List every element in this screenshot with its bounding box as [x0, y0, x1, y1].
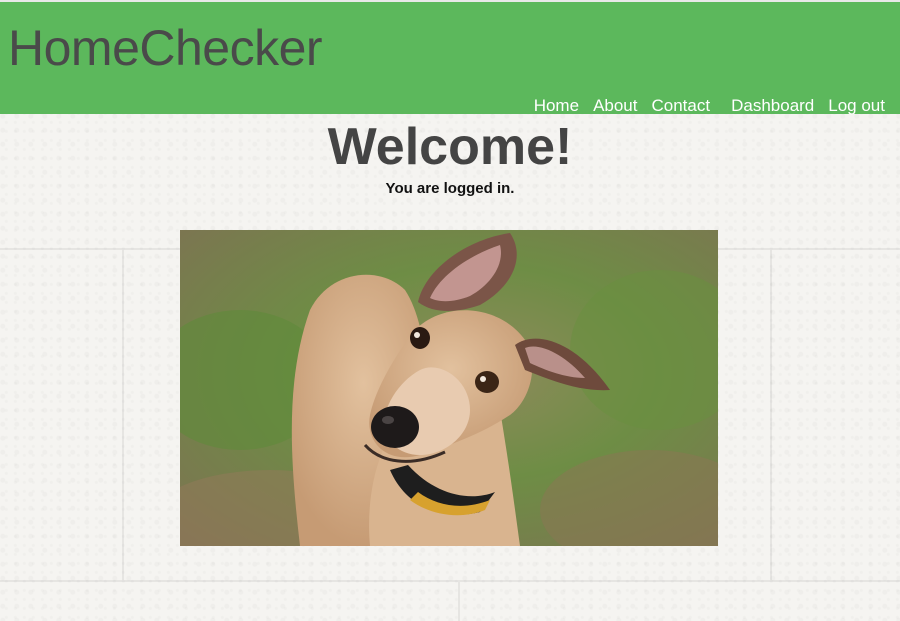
main-nav: Home About Contact Dashboard Log out	[520, 96, 885, 116]
greyhound-illustration	[180, 230, 718, 546]
nav-logout[interactable]: Log out	[828, 96, 885, 116]
page-title: Welcome!	[327, 118, 573, 176]
nav-home[interactable]: Home	[534, 96, 579, 116]
site-header: HomeChecker Home About Contact Dashboard…	[0, 0, 900, 116]
nav-about[interactable]: About	[593, 96, 637, 116]
dog-photo	[180, 230, 718, 546]
wall-mortar-line	[770, 250, 772, 580]
wall-mortar-line	[0, 580, 900, 582]
wall-mortar-line	[458, 582, 460, 621]
nav-dashboard[interactable]: Dashboard	[731, 96, 814, 116]
wall-mortar-line	[122, 250, 124, 580]
login-status-text: You are logged in.	[385, 180, 515, 197]
brand-logo[interactable]: HomeChecker	[8, 18, 323, 78]
nav-contact[interactable]: Contact	[652, 96, 711, 116]
